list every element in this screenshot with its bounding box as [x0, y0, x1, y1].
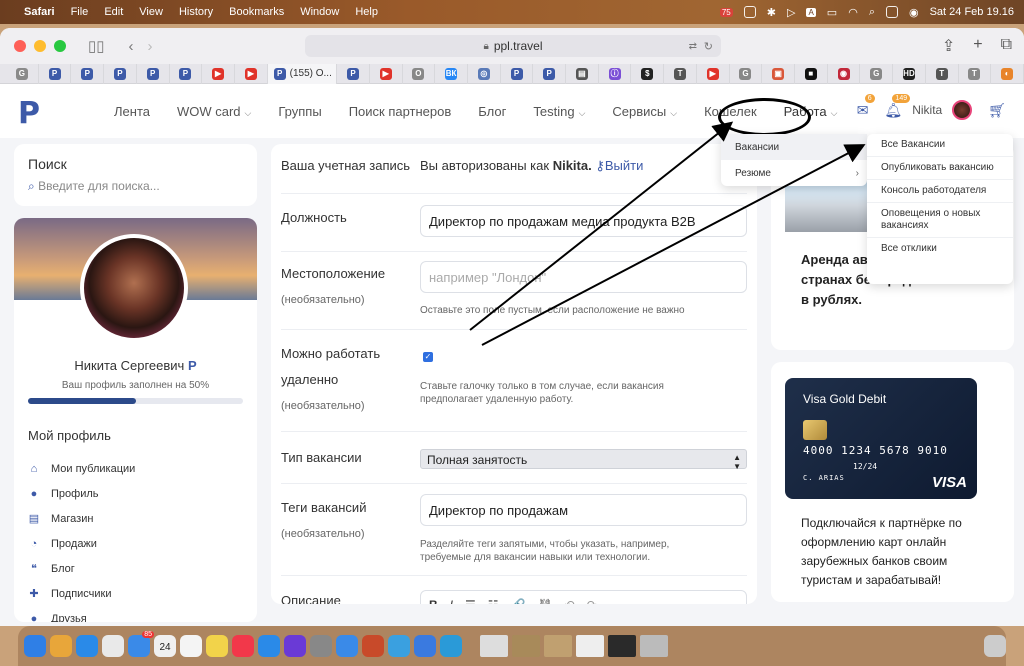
arrow-to-work-menu: [469, 121, 734, 331]
notes-icon[interactable]: [206, 635, 228, 657]
window-thumbnail-icon[interactable]: [608, 635, 636, 657]
chrome-icon[interactable]: [102, 635, 124, 657]
capcut-icon[interactable]: [284, 635, 306, 657]
music-icon[interactable]: [232, 635, 254, 657]
reminders-icon[interactable]: [180, 635, 202, 657]
quicktime-icon[interactable]: [336, 635, 358, 657]
window-thumbnail-icon[interactable]: [576, 635, 604, 657]
keynote-icon[interactable]: [414, 635, 436, 657]
macos-dock: 85 24: [18, 626, 1006, 666]
app-store-icon[interactable]: [258, 635, 280, 657]
preview-icon[interactable]: [388, 635, 410, 657]
window-thumbnail-icon[interactable]: [544, 635, 572, 657]
settings-icon[interactable]: [310, 635, 332, 657]
mail-badge: 85: [142, 631, 154, 638]
window-thumbnail-icon[interactable]: [512, 635, 540, 657]
finder-icon[interactable]: [24, 635, 46, 657]
mail-icon[interactable]: 85: [128, 631, 154, 657]
calendar-icon[interactable]: 24: [154, 635, 176, 657]
window-thumbnail-icon[interactable]: [640, 635, 668, 657]
safari-icon[interactable]: [76, 635, 98, 657]
annotation-arrows: [469, 121, 866, 346]
launchpad-icon[interactable]: [50, 635, 72, 657]
coffee-icon[interactable]: [362, 635, 384, 657]
trash-icon[interactable]: [984, 635, 1006, 657]
telegram-icon[interactable]: [440, 635, 462, 657]
arrow-to-all-vacancies: [481, 144, 866, 346]
window-thumbnail-icon[interactable]: [480, 635, 508, 657]
